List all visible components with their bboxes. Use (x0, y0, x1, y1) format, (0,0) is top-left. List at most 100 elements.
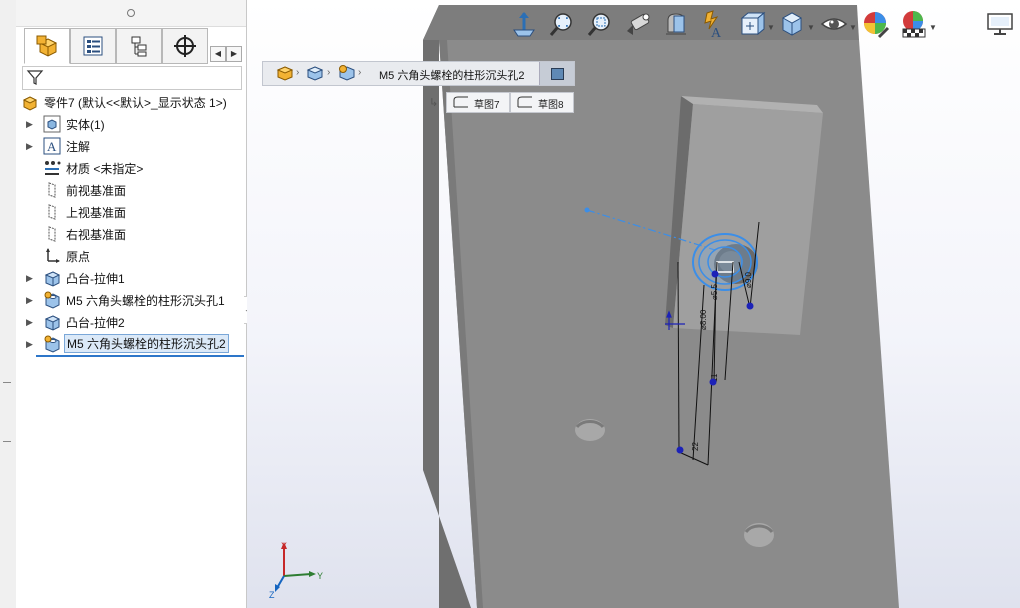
tree-item-origin[interactable]: 原点 (16, 246, 246, 266)
svg-text:A: A (711, 26, 722, 39)
tab-featuremanager[interactable] (24, 28, 70, 64)
zoom-to-fit-button[interactable] (547, 8, 577, 40)
left-edge-strip (0, 0, 17, 608)
dimxpert-icon (174, 35, 196, 57)
tree-item-annotations[interactable]: ▶ A 注解 (16, 136, 246, 156)
tab-scroll-left-button[interactable]: ◀ (210, 46, 226, 62)
tab-configurationmanager[interactable] (116, 28, 162, 64)
dynamic-annotation-button[interactable]: A (699, 8, 729, 40)
panel-grip[interactable] (16, 0, 246, 27)
plane-icon (48, 226, 56, 242)
filter-icon (26, 70, 44, 85)
part-icon (22, 96, 38, 111)
tree-item-label: 原点 (66, 249, 91, 264)
normal-to-button[interactable] (509, 8, 539, 40)
manager-tabs: ◀ ▶ (24, 28, 246, 64)
expand-arrow-icon[interactable]: ▶ (26, 316, 34, 328)
tree-item-material[interactable]: 材质 <未指定> (16, 158, 246, 178)
expand-arrow-icon[interactable]: ▶ (26, 272, 34, 284)
apply-scene-button[interactable] (899, 8, 929, 40)
tree-item-hole1[interactable]: ▶ M5 六角头螺栓的柱形沉头孔1 (16, 290, 246, 310)
tab-scroll-right-button[interactable]: ▶ (226, 46, 242, 62)
tree-item-label: M5 六角头螺栓的柱形沉头孔1 (66, 293, 225, 308)
hide-show-dropdown-icon[interactable]: ▼ (849, 23, 857, 32)
rollback-bar[interactable] (36, 355, 244, 357)
feature-manager-panel: ◀ ▶ 零件7 (默认<<默认>_显示状态 1>) ▶ 实体(1) ▶ A 注解… (16, 0, 247, 608)
triad-x-label: Y (317, 571, 323, 581)
hole-wizard-icon (44, 291, 60, 309)
sketch8-label: 草图8 (538, 100, 564, 111)
tree-item-label: 注解 (66, 139, 91, 154)
view-settings-button[interactable] (985, 8, 1015, 40)
tree-item-label: 凸台-拉伸1 (66, 271, 125, 286)
expand-arrow-icon[interactable]: ▶ (26, 118, 34, 130)
tree-item-solid-bodies[interactable]: ▶ 实体(1) (16, 114, 246, 134)
hide-show-icon (820, 18, 848, 30)
tree-item-hole2[interactable]: ▶ M5 六角头螺栓的柱形沉头孔2 (16, 334, 246, 354)
triad-y-label: X (281, 541, 287, 551)
sketch7-chip[interactable]: 草图7 (446, 92, 510, 113)
tree-item-label: 材质 <未指定> (66, 161, 144, 176)
triad-z-label: Z (269, 590, 275, 600)
plane-icon (48, 182, 56, 198)
tree-filter-box[interactable] (22, 66, 242, 90)
material-icon (45, 161, 61, 175)
expand-arrow-icon[interactable]: ▶ (26, 140, 34, 152)
breadcrumb-separator-icon: › (327, 67, 331, 78)
apply-scene-dropdown-icon[interactable]: ▼ (929, 23, 937, 32)
svg-text:⌀9.0: ⌀9.0 (744, 272, 753, 288)
breadcrumb-separator-icon: › (358, 67, 362, 78)
tree-item-boss-extrude2[interactable]: ▶ 凸台-拉伸2 (16, 312, 246, 332)
expand-arrow-icon[interactable]: ▶ (26, 338, 34, 350)
hole-feature-icon[interactable] (337, 64, 357, 82)
sketch8-chip[interactable]: 草图8 (510, 92, 574, 113)
tree-item-label: 凸台-拉伸2 (66, 315, 125, 330)
display-style-button[interactable] (777, 8, 807, 40)
selection-breadcrumb: › › › M5 六角头螺栓的柱形沉头孔2 (262, 61, 575, 86)
featuremanager-icon (36, 35, 58, 57)
propertymanager-icon (83, 36, 103, 56)
tree-item-top-plane[interactable]: 上视基准面 (16, 202, 246, 222)
tree-item-label: M5 六角头螺栓的柱形沉头孔2 (64, 334, 229, 353)
breadcrumb-sketch-button[interactable] (539, 62, 574, 85)
breadcrumb-branch-icon: ↳ (429, 97, 439, 109)
sketch-icon (453, 96, 468, 108)
part-icon[interactable] (275, 64, 295, 82)
zoom-to-area-icon (587, 13, 610, 36)
sketch-square-icon (551, 68, 564, 80)
plane-icon (48, 204, 56, 220)
model-scene[interactable]: ⌀8.00 ⌀9.0 ⌀5.5 11 22 (247, 0, 1020, 608)
tree-item-right-plane[interactable]: 右视基准面 (16, 224, 246, 244)
dynamic-annotation-icon: A (704, 10, 722, 39)
tree-item-label: 前视基准面 (66, 183, 127, 198)
view-orientation-dropdown-icon[interactable]: ▼ (767, 23, 775, 32)
zoom-to-area-button[interactable] (585, 8, 615, 40)
breadcrumb-separator-icon: › (296, 67, 300, 78)
tree-root-part[interactable]: 零件7 (默认<<默认>_显示状态 1>) (16, 92, 246, 112)
sketch7-label: 草图7 (474, 100, 500, 111)
solid-bodies-icon (43, 115, 61, 133)
section-view-icon (666, 13, 686, 35)
svg-text:22: 22 (691, 442, 700, 451)
section-view-button[interactable] (661, 8, 691, 40)
reference-triad[interactable]: X Y Z (267, 536, 337, 600)
hide-show-items-button[interactable] (819, 8, 849, 40)
display-style-dropdown-icon[interactable]: ▼ (807, 23, 815, 32)
expand-arrow-icon[interactable]: ▶ (26, 294, 34, 306)
previous-view-button[interactable] (623, 8, 653, 40)
sketch-icon (517, 96, 532, 108)
tab-dimxpertmanager[interactable] (162, 28, 208, 64)
triad-x-arrow (309, 571, 316, 577)
graphics-viewport[interactable]: ⌀8.00 ⌀9.0 ⌀5.5 11 22 A ▼ ▼ ▼ ▼ › › › M5… (247, 0, 1020, 608)
tab-propertymanager[interactable] (70, 28, 116, 64)
view-orientation-button[interactable] (737, 8, 767, 40)
breadcrumb-feature-label[interactable]: M5 六角头螺栓的柱形沉头孔2 (379, 67, 524, 83)
display-style-icon (781, 12, 803, 36)
edit-appearance-button[interactable] (861, 8, 891, 40)
triad-x-axis (283, 573, 312, 577)
tree-item-boss-extrude1[interactable]: ▶ 凸台-拉伸1 (16, 268, 246, 288)
tree-item-front-plane[interactable]: 前视基准面 (16, 180, 246, 200)
svg-text:⌀8.00: ⌀8.00 (699, 309, 708, 330)
zoom-to-fit-icon (549, 13, 572, 36)
solid-body-icon[interactable] (305, 64, 325, 82)
